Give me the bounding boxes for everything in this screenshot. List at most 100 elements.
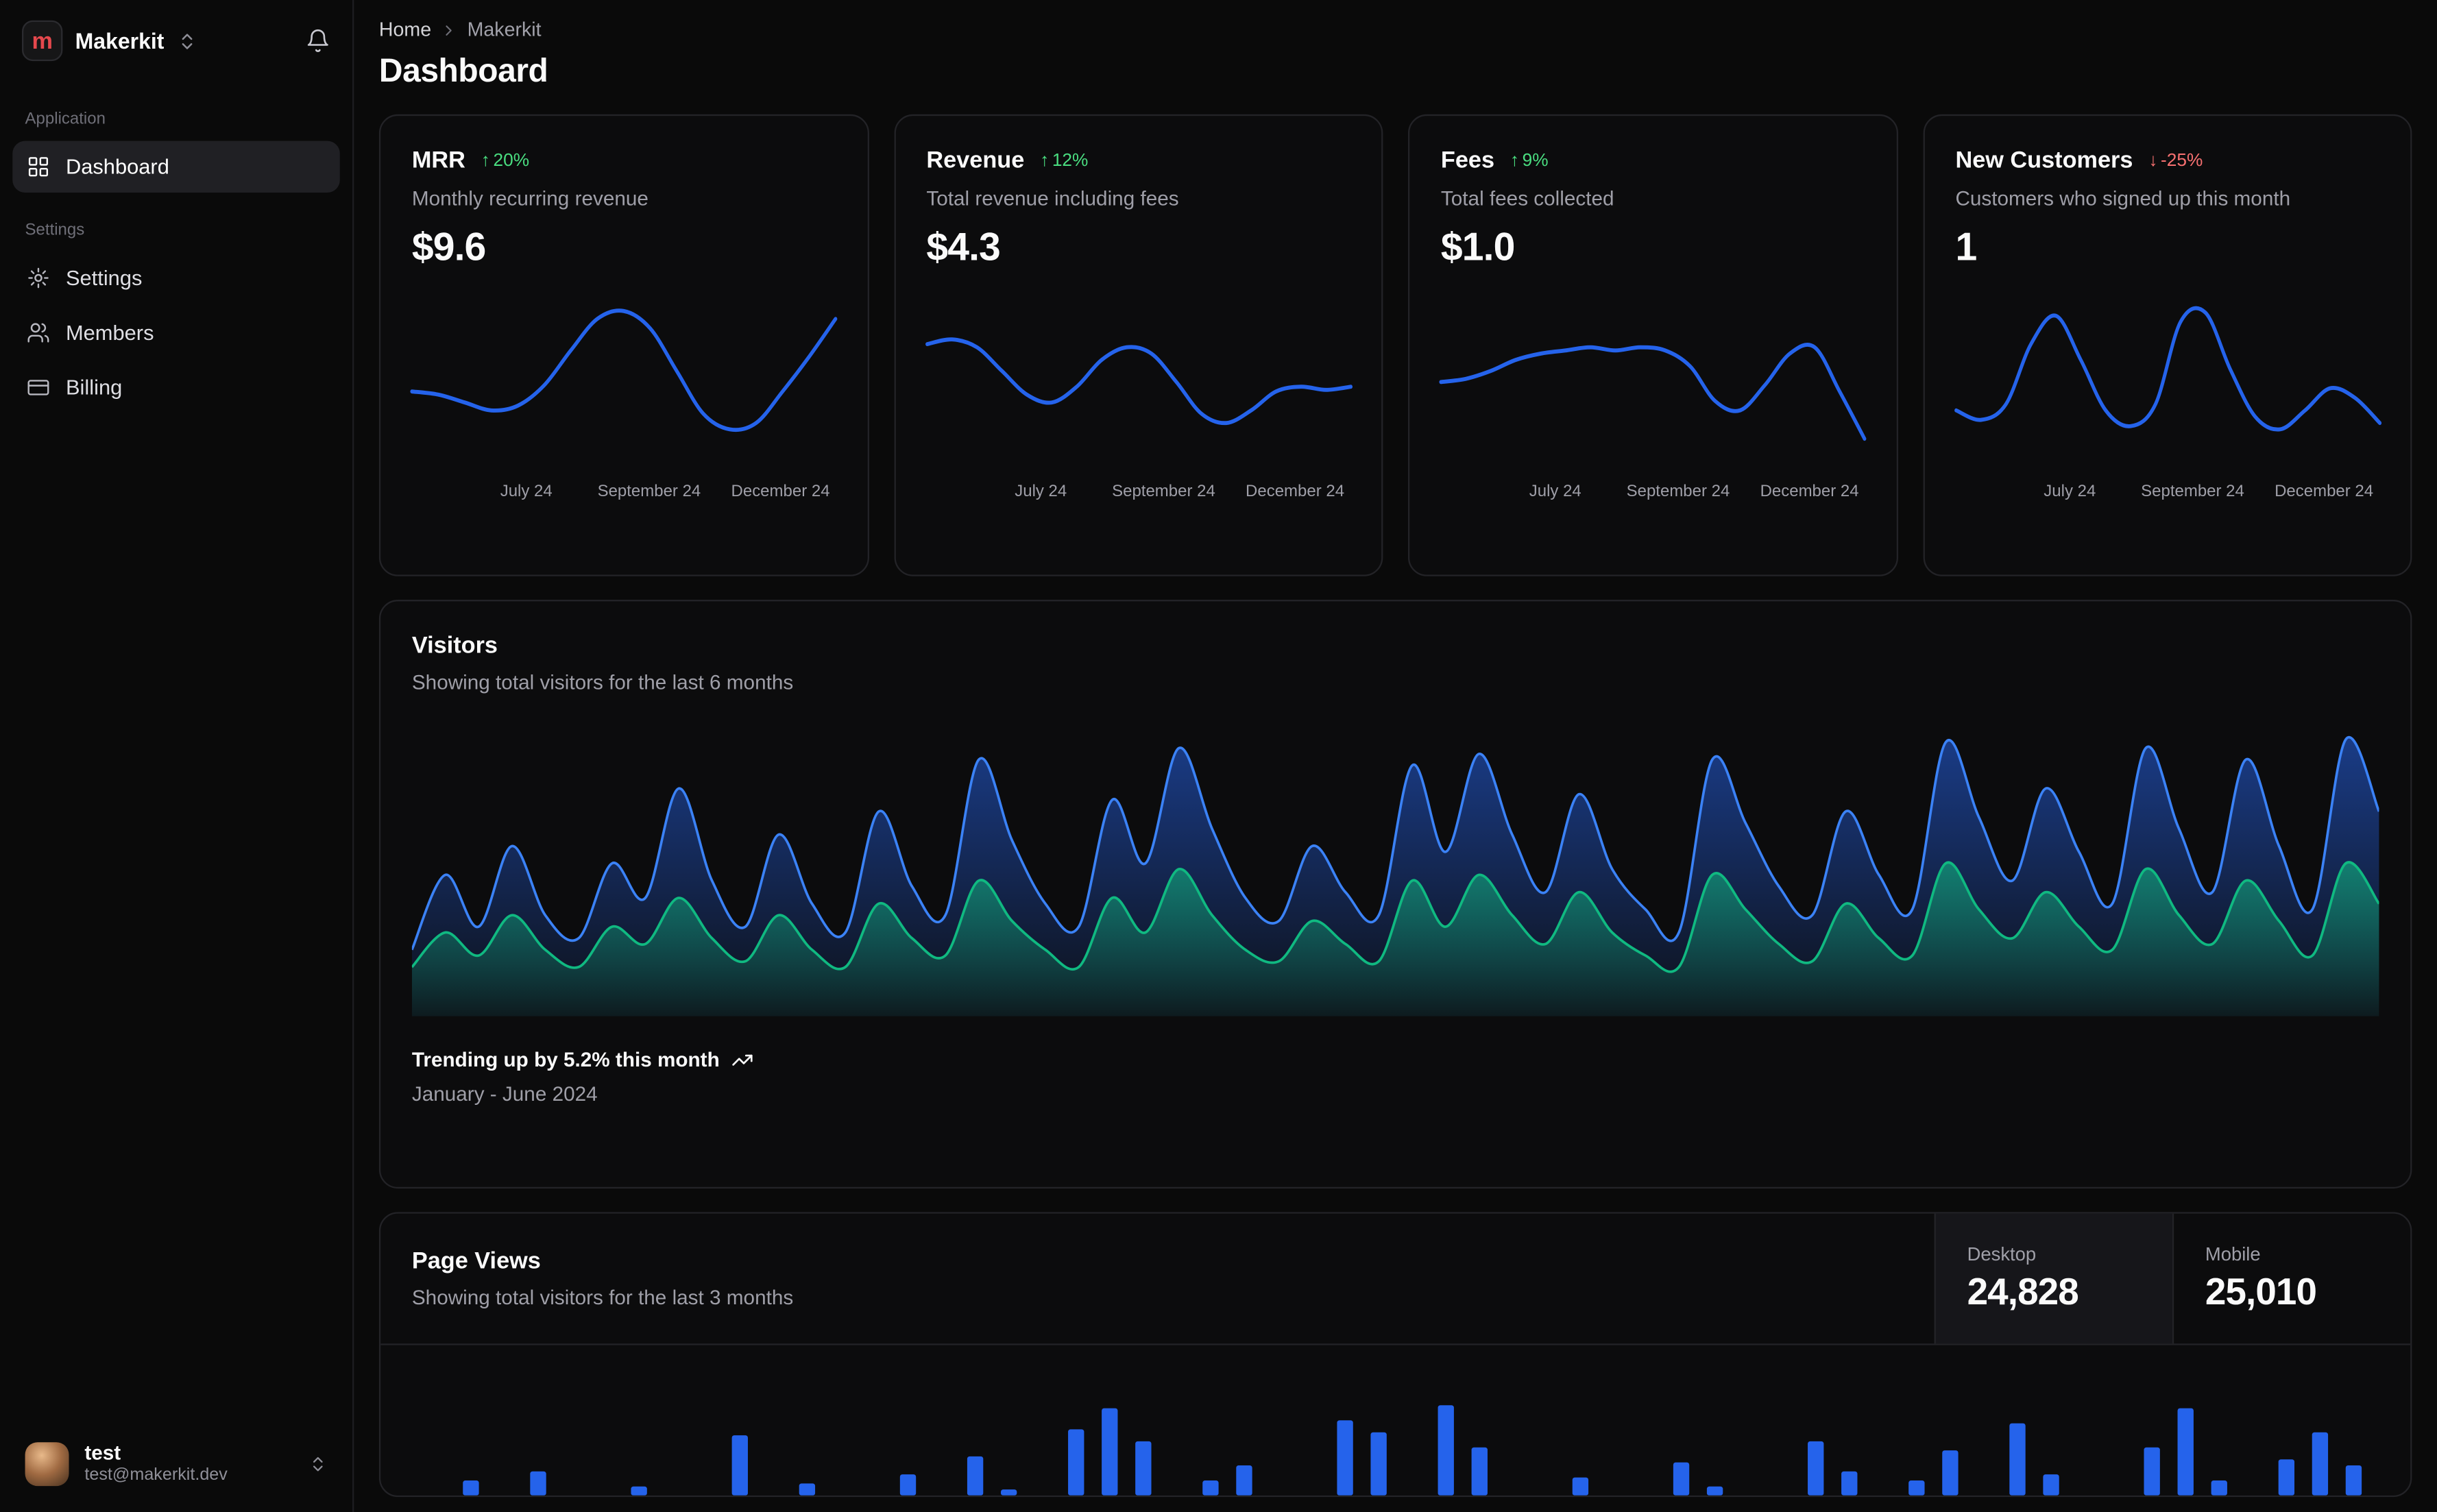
page-views-header: Page Views Showing total visitors for th…: [380, 1214, 1934, 1344]
nav-section-settings: Settings: [25, 221, 85, 240]
page-views-title: Page Views: [411, 1247, 541, 1275]
trend-value: 9%: [1522, 151, 1549, 170]
axis-tick: July 24: [1529, 482, 1581, 502]
arrow-up-icon: ↑: [481, 151, 490, 170]
trend-badge: ↓ -25%: [2148, 151, 2203, 169]
trend-value: 12%: [1052, 151, 1089, 170]
visitors-subtitle: Showing total visitors for the last 6 mo…: [411, 670, 794, 694]
axis-tick: December 24: [1760, 482, 1859, 502]
visitors-card: Visitors Showing total visitors for the …: [378, 600, 2412, 1189]
stat-value: $4.3: [926, 225, 1000, 269]
mobile-label: Mobile: [2205, 1242, 2261, 1265]
stat-title: Fees: [1440, 147, 1495, 174]
axis-tick: July 24: [2044, 482, 2096, 502]
sidebar-item-dashboard[interactable]: Dashboard: [12, 141, 340, 193]
makerkit-logo: m: [21, 20, 63, 62]
axis-tick: July 24: [500, 482, 553, 502]
revenue-sparkline-chart: [924, 337, 1352, 426]
sidebar-item-label: Billing: [65, 376, 123, 400]
stat-value: $1.0: [1440, 225, 1515, 269]
axis-tick: December 24: [731, 482, 830, 502]
sidebar-item-members[interactable]: Members: [12, 307, 340, 358]
breadcrumb: Home Makerkit: [379, 19, 2412, 40]
mrr-sparkline-chart: [410, 308, 838, 432]
visitors-title: Visitors: [411, 633, 498, 659]
arrow-up-icon: ↑: [1040, 151, 1050, 170]
sidebar-item-label: Settings: [65, 266, 143, 290]
fees-sparkline-chart: [1439, 343, 1867, 441]
page-title: Dashboard: [378, 53, 548, 90]
axis-tick: September 24: [1112, 482, 1215, 502]
visitors-period: January - June 2024: [411, 1082, 598, 1106]
stat-card-mrr: MRR ↑ 20% Monthly recurring revenue $9.6 …: [378, 114, 869, 576]
trend-badge: ↑ 20%: [481, 151, 529, 169]
sidebar-item-label: Dashboard: [65, 155, 169, 179]
axis-tick: September 24: [1626, 482, 1730, 502]
stat-value: 1: [1955, 225, 1977, 269]
x-axis-labels: July 24 September 24 December 24: [926, 478, 1350, 506]
trend-value: 20%: [493, 151, 530, 170]
stat-card-fees: Fees ↑ 9% Total fees collected $1.0 July …: [1407, 114, 1898, 576]
user-email: test@makerkit.dev: [84, 1465, 228, 1485]
visitors-area-chart: [411, 735, 2379, 1016]
arrow-down-icon: ↓: [2148, 151, 2158, 170]
user-info: test test@makerkit.dev: [84, 1441, 227, 1487]
trending-up-icon: [732, 1049, 754, 1071]
trend-badge: ↑ 9%: [1510, 151, 1549, 169]
axis-tick: December 24: [1246, 482, 1345, 502]
axis-tick: September 24: [597, 482, 701, 502]
user-name: test: [84, 1441, 121, 1465]
stat-cards-row: MRR ↑ 20% Monthly recurring revenue $9.6 …: [378, 114, 2412, 576]
sidebar-item-settings[interactable]: Settings: [12, 252, 340, 304]
x-axis-labels: July 24 September 24 December 24: [1955, 478, 2379, 506]
chevrons-up-down-icon: [177, 31, 197, 51]
stat-value: $9.6: [411, 225, 486, 269]
page-views-subtitle: Showing total visitors for the last 3 mo…: [411, 1285, 794, 1310]
stat-card-revenue: Revenue ↑ 12% Total revenue including fee…: [893, 114, 1383, 576]
main-content: Home Makerkit Dashboard MRR ↑ 20% Monthly…: [354, 0, 2437, 1512]
page-views-card: Page Views Showing total visitors for th…: [378, 1212, 2412, 1498]
gear-icon: [27, 266, 50, 289]
credit-card-icon: [27, 376, 50, 399]
stat-subtitle: Monthly recurring revenue: [411, 186, 648, 210]
customers-sparkline-chart: [1953, 306, 2381, 432]
x-axis-labels: July 24 September 24 December 24: [412, 478, 836, 506]
breadcrumb-current: Makerkit: [467, 19, 542, 41]
x-axis-labels: July 24 September 24 December 24: [1441, 478, 1865, 506]
avatar: [25, 1442, 69, 1487]
desktop-value: 24,828: [1967, 1271, 2079, 1313]
app-root: m Makerkit Application Dashboard Setting…: [0, 0, 2437, 1512]
chevrons-up-down-icon: [308, 1454, 327, 1473]
workspace-selector[interactable]: m Makerkit: [12, 0, 340, 82]
chevron-right-icon: [441, 21, 458, 38]
sidebar-item-billing[interactable]: Billing: [12, 362, 340, 413]
breadcrumb-home-link[interactable]: Home: [379, 19, 431, 40]
page-views-bar-chart: [463, 1405, 2362, 1496]
stat-subtitle: Total revenue including fees: [926, 186, 1179, 210]
sidebar-item-label: Members: [65, 321, 154, 345]
visitors-trend-text: Trending up by 5.2% this month: [411, 1047, 720, 1071]
users-icon: [27, 321, 50, 344]
mobile-stat-toggle[interactable]: Mobile 25,010: [2172, 1213, 2410, 1344]
workspace-name: Makerkit: [75, 28, 165, 53]
desktop-stat-toggle[interactable]: Desktop 24,828: [1934, 1213, 2172, 1344]
nav-section-application: Application: [25, 109, 106, 129]
desktop-label: Desktop: [1967, 1242, 2037, 1265]
mobile-value: 25,010: [2205, 1271, 2317, 1313]
trend-value: -25%: [2161, 151, 2203, 170]
user-menu-trigger[interactable]: test test@makerkit.dev: [12, 1432, 340, 1496]
trend-badge: ↑ 12%: [1040, 151, 1088, 169]
axis-tick: July 24: [1015, 482, 1067, 502]
stat-title: New Customers: [1955, 147, 2133, 174]
stat-title: MRR: [411, 147, 465, 174]
axis-tick: September 24: [2141, 482, 2244, 502]
stat-card-new-customers: New Customers ↓ -25% Customers who signed…: [1922, 114, 2412, 576]
arrow-up-icon: ↑: [1510, 151, 1520, 170]
dashboard-grid-icon: [27, 155, 50, 178]
stat-title: Revenue: [926, 147, 1025, 174]
notifications-bell-icon[interactable]: [306, 28, 331, 53]
sidebar: m Makerkit Application Dashboard Setting…: [0, 0, 354, 1512]
axis-tick: December 24: [2275, 482, 2374, 502]
stat-subtitle: Total fees collected: [1440, 186, 1614, 210]
stat-subtitle: Customers who signed up this month: [1955, 186, 2291, 210]
